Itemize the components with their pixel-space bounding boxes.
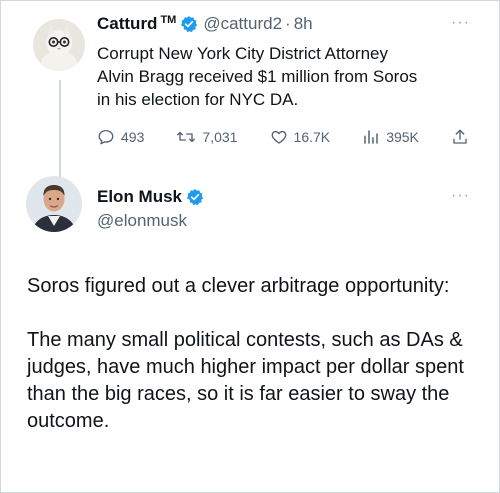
share-icon (453, 129, 467, 144)
retweet-icon (177, 131, 196, 143)
tweet1-line: Alvin Bragg received $1 million from Sor… (97, 67, 418, 86)
tweet2-text: Soros figured out a clever arbitrage opp… (27, 273, 477, 435)
like-count: 16.7K (293, 129, 331, 145)
retweet-count: 7,031 (202, 129, 238, 145)
share-button[interactable] (451, 128, 475, 146)
reply-icon (98, 129, 114, 145)
verified-icon (180, 15, 198, 33)
tweet2-handle[interactable]: @elonmusk (97, 211, 187, 231)
separator-dot: · (285, 14, 291, 33)
tweet1-timestamp[interactable]: 8h (294, 14, 313, 34)
tweet2-header: Elon Musk (97, 187, 204, 207)
views-button[interactable]: 395K (362, 128, 419, 146)
views-count: 395K (386, 129, 419, 145)
tweet1-line: Corrupt New York City District Attorney (97, 44, 388, 63)
tweet1-display-name[interactable]: Catturd (97, 14, 157, 34)
like-button[interactable]: 16.7K (270, 128, 331, 146)
verified-icon (186, 188, 204, 206)
more-icon[interactable]: ··· (451, 187, 470, 205)
like-icon (271, 130, 286, 144)
retweet-button[interactable]: 7,031 (176, 128, 237, 146)
catturd-avatar[interactable] (33, 19, 85, 71)
tweet2-display-name[interactable]: Elon Musk (97, 187, 182, 207)
tweet2-paragraph: Soros figured out a clever arbitrage opp… (27, 275, 450, 297)
reply-count: 493 (121, 129, 145, 145)
thread-line (59, 80, 61, 188)
reply-button[interactable]: 493 (97, 128, 144, 146)
trademark-symbol: TM (160, 14, 177, 26)
more-icon[interactable]: ··· (451, 14, 470, 32)
tweet1-line: in his election for NYC DA. (97, 90, 299, 109)
views-icon (364, 130, 378, 144)
tweet1-text: Corrupt New York City District Attorney … (97, 42, 417, 111)
elon-musk-avatar[interactable] (26, 176, 82, 232)
tweet1-header: Catturd TM @catturd2 · 8h (97, 14, 313, 34)
tweet1-actions: 493 7,031 16.7K 395K (97, 126, 475, 148)
tweet2-paragraph: The many small political contests, such … (27, 329, 464, 432)
tweet1-handle[interactable]: @catturd2 (203, 14, 282, 34)
